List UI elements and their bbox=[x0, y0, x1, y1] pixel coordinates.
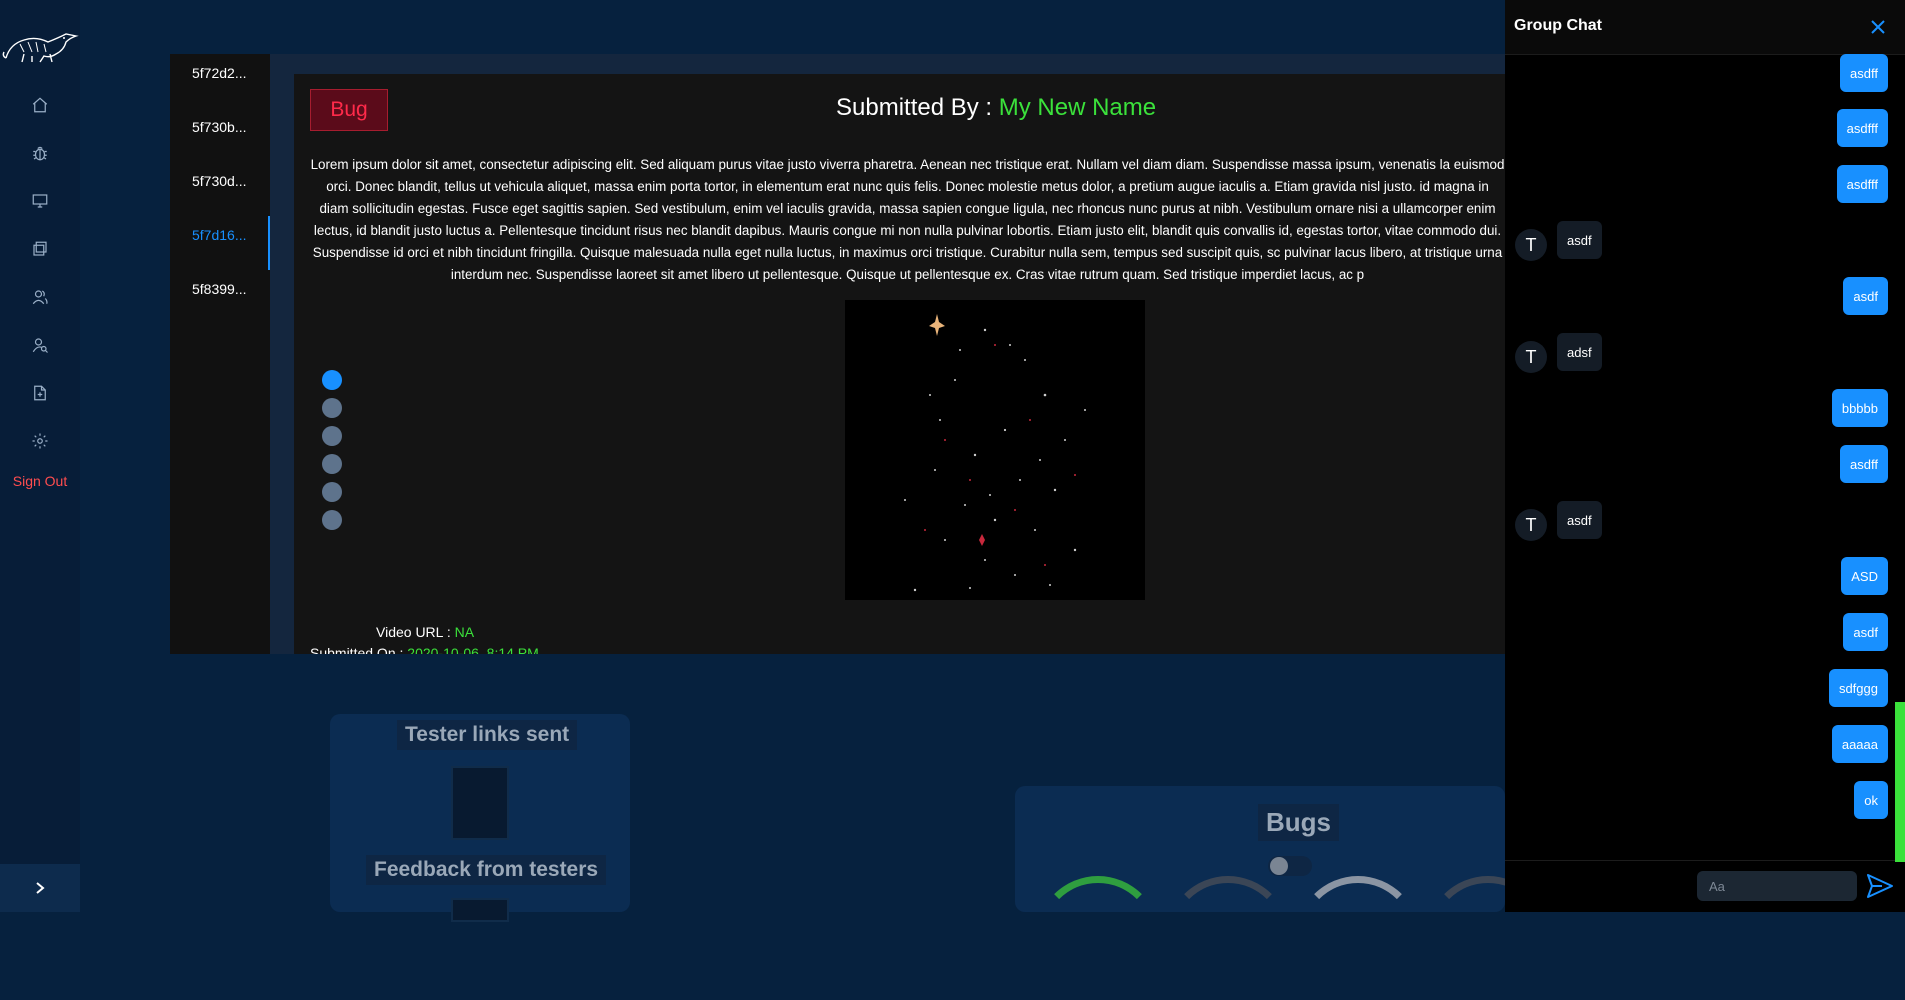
bug-type-tag: Bug bbox=[310, 89, 388, 131]
video-url-value: NA bbox=[454, 624, 475, 640]
tester-links-title: Tester links sent bbox=[397, 720, 578, 750]
bugs-title: Bugs bbox=[1258, 804, 1339, 841]
chat-message-theirs: asdf bbox=[1557, 501, 1602, 539]
carousel-dot-active[interactable] bbox=[322, 370, 342, 390]
carousel-dot[interactable] bbox=[322, 482, 342, 502]
video-url-label: Video URL : bbox=[376, 624, 455, 640]
bug-detail-modal: 5f72d2... 5f730b... 5f730d... 5f7d16... … bbox=[170, 54, 1505, 654]
avatar: T bbox=[1515, 341, 1547, 373]
chat-message-mine: asdfff bbox=[1836, 109, 1888, 147]
sign-out-link[interactable]: Sign Out bbox=[0, 473, 80, 489]
video-url-line: Video URL : NA bbox=[376, 624, 474, 640]
bug-list-item[interactable]: 5f730d... bbox=[170, 162, 270, 216]
chat-message-theirs: adsf bbox=[1557, 333, 1602, 371]
chat-header: Group Chat bbox=[1505, 0, 1905, 55]
file-add-icon[interactable] bbox=[28, 381, 52, 405]
chat-footer bbox=[1505, 860, 1905, 913]
chat-message-mine: asdfff bbox=[1836, 165, 1888, 203]
chat-message-input[interactable] bbox=[1697, 871, 1857, 901]
bugs-toggle[interactable] bbox=[1268, 856, 1312, 876]
chat-message-mine: asdff bbox=[1840, 445, 1888, 483]
bug-list-item[interactable]: 5f730b... bbox=[170, 108, 270, 162]
bug-list-item[interactable]: 5f8399... bbox=[170, 270, 270, 324]
settings-icon[interactable] bbox=[28, 429, 52, 453]
monitor-icon[interactable] bbox=[28, 189, 52, 213]
chat-message-mine: aaaaa bbox=[1831, 725, 1888, 763]
submitted-by: Submitted By : My New Name bbox=[836, 94, 1156, 122]
avatar: T bbox=[1515, 509, 1547, 541]
bug-detail-content: Bug Submitted By : My New Name Lorem ips… bbox=[294, 74, 1505, 654]
carousel-dot[interactable] bbox=[322, 398, 342, 418]
chat-message-mine: bbbbb bbox=[1831, 389, 1888, 427]
bugs-toggle-knob bbox=[1270, 857, 1288, 875]
chat-message-mine: asdf bbox=[1843, 277, 1888, 315]
carousel-dot[interactable] bbox=[322, 510, 342, 530]
group-chat-panel: Group Chat asdff asdfff asdfff T asdf as… bbox=[1505, 0, 1905, 912]
submitted-by-name: My New Name bbox=[998, 94, 1157, 121]
gauge-2 bbox=[1166, 876, 1290, 1000]
submitted-on-value: 2020-10-06, 8:14 PM bbox=[407, 645, 539, 654]
close-icon[interactable] bbox=[1869, 18, 1887, 36]
feedback-title: Feedback from testers bbox=[366, 855, 607, 885]
bug-screenshot-image bbox=[845, 300, 1145, 600]
expand-nav-button[interactable] bbox=[0, 864, 80, 912]
carousel-dot[interactable] bbox=[322, 454, 342, 474]
chat-message-theirs: asdf bbox=[1557, 221, 1602, 259]
bug-list-item-active[interactable]: 5f7d16... bbox=[170, 216, 270, 270]
copy-icon[interactable] bbox=[28, 237, 52, 261]
chat-message-mine: ASD bbox=[1841, 557, 1888, 595]
anteater-logo bbox=[0, 18, 80, 66]
carousel-dots bbox=[322, 370, 342, 538]
submitted-on-line: Submitted On : 2020-10-06, 8:14 PM bbox=[310, 645, 539, 654]
carousel-dot[interactable] bbox=[322, 426, 342, 446]
bug-list-item[interactable]: 5f72d2... bbox=[170, 54, 270, 108]
bug-id-list: 5f72d2... 5f730b... 5f730d... 5f7d16... … bbox=[170, 54, 270, 654]
chat-scrollbar[interactable] bbox=[1895, 702, 1905, 862]
chat-message-mine: sdfggg bbox=[1828, 669, 1888, 707]
bug-description: Lorem ipsum dolor sit amet, consectetur … bbox=[310, 157, 1505, 282]
submitted-on-label: Submitted On : bbox=[310, 645, 408, 654]
home-icon[interactable] bbox=[28, 93, 52, 117]
chat-message-mine: asdf bbox=[1843, 613, 1888, 651]
chat-message-mine: asdff bbox=[1840, 54, 1888, 92]
avatar: T bbox=[1515, 229, 1547, 261]
gauge-1 bbox=[1036, 876, 1160, 1000]
gauge-3 bbox=[1296, 876, 1420, 1000]
user-search-icon[interactable] bbox=[28, 333, 52, 357]
bug-icon[interactable] bbox=[28, 141, 52, 165]
chevron-right-icon bbox=[36, 882, 45, 894]
feedback-value-box bbox=[451, 898, 509, 922]
send-icon[interactable] bbox=[1866, 873, 1894, 899]
left-nav: Sign Out bbox=[0, 0, 80, 912]
chat-message-mine: ok bbox=[1854, 781, 1888, 819]
submitted-by-label: Submitted By : bbox=[836, 94, 999, 121]
tester-links-value-box bbox=[451, 766, 509, 840]
chat-title: Group Chat bbox=[1514, 17, 1602, 34]
user-group-icon[interactable] bbox=[28, 285, 52, 309]
starfield-image bbox=[845, 300, 1145, 600]
